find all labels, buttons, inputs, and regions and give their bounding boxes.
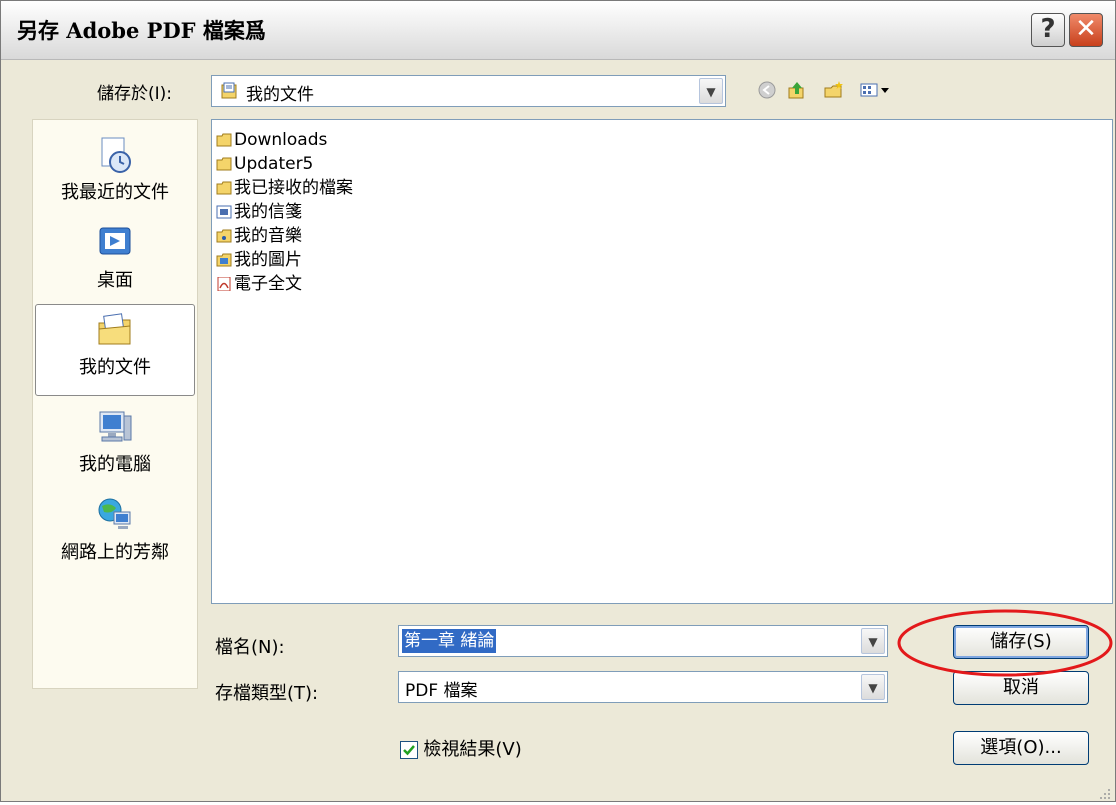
recent-documents-icon xyxy=(96,136,134,174)
place-my-computer[interactable]: 我的電腦 xyxy=(33,408,197,476)
list-item[interactable]: 我的音樂 xyxy=(216,224,302,248)
list-item[interactable]: Downloads xyxy=(216,128,327,152)
highlight-ellipse xyxy=(897,609,1113,677)
list-item[interactable]: 我的圖片 xyxy=(216,248,302,272)
save-in-label: 儲存於(I): xyxy=(97,84,173,104)
view-result-label: 檢視結果(V) xyxy=(423,739,522,760)
place-recent-documents[interactable]: 我最近的文件 xyxy=(33,136,197,204)
folder-icon xyxy=(216,130,232,147)
place-label: 我的文件 xyxy=(79,357,151,378)
pdf-file-icon xyxy=(216,274,232,292)
file-name: Downloads xyxy=(234,130,328,150)
list-item[interactable]: 電子全文 xyxy=(216,272,302,296)
place-label: 我最近的文件 xyxy=(61,182,169,203)
list-item[interactable]: 我已接收的檔案 xyxy=(216,176,353,200)
new-folder-icon[interactable] xyxy=(823,80,843,100)
filetype-select[interactable]: PDF 檔案 ▼ xyxy=(398,671,888,703)
title-bar: 另存 Adobe PDF 檔案爲 ? ✕ xyxy=(1,1,1115,60)
folder-icon xyxy=(216,154,232,171)
save-as-dialog: 另存 Adobe PDF 檔案爲 ? ✕ 儲存於(I): 我的文件 ▼ 我最近的… xyxy=(0,0,1116,802)
file-name: 我已接收的檔案 xyxy=(234,178,353,198)
my-documents-icon xyxy=(96,311,134,349)
place-label: 我的電腦 xyxy=(79,454,151,475)
file-name: 我的圖片 xyxy=(234,250,302,270)
place-label: 網路上的芳鄰 xyxy=(61,542,169,563)
file-name: 我的音樂 xyxy=(234,226,302,246)
up-folder-icon[interactable] xyxy=(787,80,807,100)
filename-value: 第一章 緒論 xyxy=(402,629,497,653)
file-name: 我的信箋 xyxy=(234,202,302,222)
folder-icon xyxy=(216,178,232,195)
filename-label: 檔名(N): xyxy=(215,637,285,658)
file-name: Updater5 xyxy=(234,154,314,174)
chevron-down-icon[interactable]: ▼ xyxy=(699,78,723,104)
checkbox-checked-icon[interactable] xyxy=(400,741,418,759)
filetype-value: PDF 檔案 xyxy=(405,681,478,701)
places-bar: 我最近的文件 桌面 我的文件 我的電腦 網路上的芳鄰 xyxy=(32,119,198,689)
help-button[interactable]: ? xyxy=(1031,13,1065,47)
chevron-down-icon[interactable]: ▼ xyxy=(861,628,885,654)
my-computer-icon xyxy=(96,408,134,446)
chevron-down-icon[interactable]: ▼ xyxy=(861,674,885,700)
save-in-dropdown[interactable]: 我的文件 ▼ xyxy=(211,75,726,107)
stationery-folder-icon xyxy=(216,202,232,219)
network-places-icon xyxy=(96,496,134,534)
save-in-value: 我的文件 xyxy=(246,85,314,105)
my-documents-small-icon xyxy=(220,82,238,100)
resize-grip-icon[interactable] xyxy=(1099,785,1111,799)
list-item[interactable]: 我的信箋 xyxy=(216,200,302,224)
options-button[interactable]: 選項(O)... xyxy=(953,731,1089,765)
view-result-checkbox[interactable]: 檢視結果(V) xyxy=(400,735,522,760)
desktop-icon xyxy=(96,224,134,262)
place-desktop[interactable]: 桌面 xyxy=(33,224,197,292)
list-item[interactable]: Updater5 xyxy=(216,152,313,176)
filename-input[interactable]: 第一章 緒論 ▼ xyxy=(398,625,888,657)
back-icon[interactable] xyxy=(757,80,777,100)
filetype-label: 存檔類型(T): xyxy=(215,683,319,704)
place-network-places[interactable]: 網路上的芳鄰 xyxy=(33,496,197,564)
pictures-folder-icon xyxy=(216,250,232,267)
file-list[interactable]: Downloads Updater5 我已接收的檔案 我的信箋 我的音樂 我的圖… xyxy=(211,119,1113,604)
close-button[interactable]: ✕ xyxy=(1069,13,1103,47)
view-menu-icon[interactable] xyxy=(859,80,895,100)
place-my-documents[interactable]: 我的文件 xyxy=(35,304,195,396)
dialog-title: 另存 Adobe PDF 檔案爲 xyxy=(17,18,266,43)
file-name: 電子全文 xyxy=(234,274,302,294)
place-label: 桌面 xyxy=(97,270,133,291)
music-folder-icon xyxy=(216,226,232,243)
